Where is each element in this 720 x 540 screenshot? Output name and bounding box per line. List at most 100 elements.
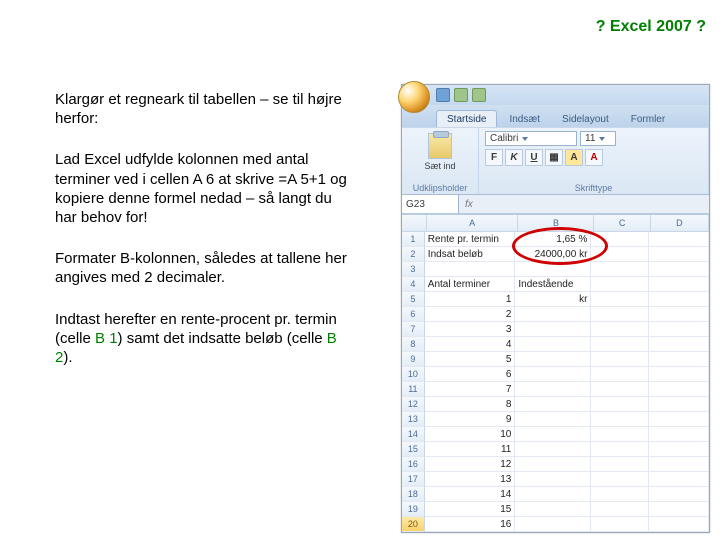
cell[interactable]: 11 [425,442,516,457]
cell[interactable] [649,457,709,472]
cell[interactable] [515,382,591,397]
cell[interactable]: 13 [425,472,516,487]
tab-startside[interactable]: Startside [436,110,497,127]
cell[interactable] [649,442,709,457]
paste-button[interactable]: Sæt ind [408,131,472,173]
cell[interactable]: 1 [425,292,516,307]
cell[interactable]: 6 [425,367,516,382]
cell[interactable] [515,397,591,412]
cell[interactable] [515,442,591,457]
cell[interactable] [425,262,516,277]
row-header[interactable]: 4 [402,277,425,292]
cell[interactable] [649,277,709,292]
row-header[interactable]: 20 [402,517,425,532]
cell[interactable] [591,427,649,442]
cell[interactable] [649,247,709,262]
border-button[interactable]: ▦ [545,149,563,166]
cell[interactable]: Antal terminer [425,277,516,292]
col-header-a[interactable]: A [427,215,519,231]
cell[interactable]: Indsat beløb [425,247,516,262]
cell[interactable] [591,352,649,367]
cell[interactable]: 15 [425,502,516,517]
row-header[interactable]: 17 [402,472,425,487]
cell[interactable] [591,412,649,427]
cell[interactable] [649,517,709,532]
row-header[interactable]: 6 [402,307,425,322]
row-header[interactable]: 14 [402,427,425,442]
cell[interactable] [649,262,709,277]
cell[interactable]: 5 [425,352,516,367]
cell[interactable] [649,397,709,412]
col-header-c[interactable]: C [594,215,650,231]
bold-button[interactable]: F [485,149,503,166]
row-header[interactable]: 7 [402,322,425,337]
cell[interactable] [515,502,591,517]
cell[interactable] [649,292,709,307]
cell[interactable] [649,487,709,502]
cell[interactable] [649,382,709,397]
row-header[interactable]: 13 [402,412,425,427]
cell[interactable]: kr [515,292,591,307]
cell[interactable] [515,457,591,472]
name-box[interactable]: G23 [402,195,459,213]
row-header[interactable]: 19 [402,502,425,517]
cell[interactable] [649,352,709,367]
cell[interactable] [591,292,649,307]
undo-icon[interactable] [454,88,468,102]
cell[interactable] [515,337,591,352]
fill-color-button[interactable]: A [565,149,583,166]
cell[interactable]: 16 [425,517,516,532]
cell[interactable]: 24000,00 kr [515,247,591,262]
font-name-combo[interactable]: Calibri [485,131,577,146]
row-header[interactable]: 15 [402,442,425,457]
cell[interactable]: Rente pr. termin [425,232,516,247]
cell[interactable] [591,397,649,412]
cell[interactable] [591,502,649,517]
cell[interactable] [591,337,649,352]
cell[interactable] [649,232,709,247]
cell[interactable] [515,262,591,277]
cell[interactable] [649,502,709,517]
col-header-d[interactable]: D [651,215,709,231]
cell[interactable] [515,487,591,502]
cell[interactable]: 10 [425,427,516,442]
cell[interactable]: Indestående [515,277,591,292]
cell[interactable]: 7 [425,382,516,397]
office-button[interactable] [398,81,430,113]
cell[interactable] [649,412,709,427]
cell[interactable]: 8 [425,397,516,412]
underline-button[interactable]: U [525,149,543,166]
cell[interactable] [591,487,649,502]
row-header[interactable]: 10 [402,367,425,382]
cell[interactable] [591,442,649,457]
cell[interactable] [515,412,591,427]
cell[interactable] [649,472,709,487]
cell[interactable] [649,322,709,337]
cell[interactable]: 3 [425,322,516,337]
cell[interactable] [591,472,649,487]
cell[interactable] [515,427,591,442]
row-header[interactable]: 3 [402,262,425,277]
cell[interactable]: 9 [425,412,516,427]
cell[interactable] [591,517,649,532]
tab-indsaet[interactable]: Indsæt [499,111,550,127]
row-header[interactable]: 9 [402,352,425,367]
row-header[interactable]: 8 [402,337,425,352]
cell[interactable] [515,352,591,367]
row-header[interactable]: 12 [402,397,425,412]
cell[interactable] [591,382,649,397]
cell[interactable] [591,322,649,337]
cell[interactable] [591,247,649,262]
cell[interactable] [515,307,591,322]
italic-button[interactable]: K [505,149,523,166]
cell[interactable] [649,367,709,382]
worksheet-grid[interactable]: A B C D 1Rente pr. termin1,65 %2Indsat b… [402,214,709,532]
cell[interactable] [591,307,649,322]
cell[interactable]: 14 [425,487,516,502]
cell[interactable]: 12 [425,457,516,472]
cell[interactable] [591,232,649,247]
cell[interactable] [515,322,591,337]
row-header[interactable]: 2 [402,247,425,262]
cell[interactable] [649,427,709,442]
cell[interactable] [591,277,649,292]
